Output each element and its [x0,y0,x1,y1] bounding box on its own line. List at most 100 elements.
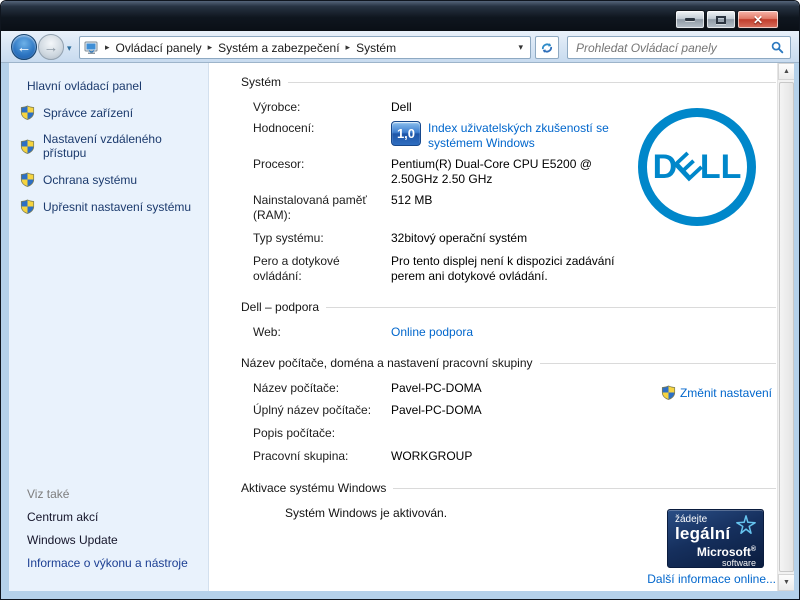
sidebar-item-label: Ochrana systému [43,173,137,187]
search-input[interactable] [568,41,771,55]
breadcrumb-separator-icon: ▸ [202,42,219,53]
field-label: Web: [253,325,391,340]
field-value [391,426,641,441]
scroll-down-button[interactable]: ▼ [778,574,794,591]
address-dropdown-icon[interactable]: ▾ [511,42,530,53]
field-label: Pracovní skupina: [253,449,391,464]
field-label: Pero a dotykové ovládání: [253,254,391,284]
close-icon: ✕ [753,14,763,26]
section-title: Systém [241,75,281,89]
uac-shield-icon [661,385,676,400]
row-system-type: Typ systému: 32bitový operační systém [253,231,754,246]
forward-icon: → [44,39,59,56]
window-body: Hlavní ovládací panel Správce zařízení N… [9,63,794,591]
computer-icon[interactable] [84,41,99,55]
section-header-computer-name: Název počítače, doména a nastavení praco… [241,356,754,370]
system-control-panel-window: ✕ ← → ▾ ▸ Ovládací panely ▸ Systém a zab… [0,0,800,600]
title-bar[interactable]: ✕ [1,1,799,31]
breadcrumb-item-system-security[interactable]: Systém a zabezpečení [218,41,339,55]
genuine-microsoft-badge[interactable]: žádejte legální Microsoft® software [667,509,764,568]
forward-button[interactable]: → [38,34,64,60]
row-web: Web: Online podpora [253,325,754,340]
breadcrumb-item-system[interactable]: Systém [356,41,396,55]
see-also-group: Viz také Centrum akcí Windows Update Inf… [27,483,188,575]
breadcrumb: ▸ Ovládací panely ▸ Systém a zabezpečení… [79,36,531,59]
sidebar-item-control-panel-home[interactable]: Hlavní ovládací panel [27,79,208,93]
field-value: 32bitový operační systém [391,231,641,246]
maximize-icon [716,16,726,24]
field-value: 512 MB [391,193,641,223]
sidebar-item-system-protection[interactable]: Ochrana systému [20,172,208,187]
field-label: Popis počítače: [253,426,391,441]
breadcrumb-item-control-panel[interactable]: Ovládací panely [116,41,202,55]
field-label: Název počítače: [253,381,391,396]
row-workgroup: Pracovní skupina: WORKGROUP [253,449,754,464]
field-value: WORKGROUP [391,449,641,464]
badge-line3: Microsoft® [675,543,756,559]
field-label: Hodnocení: [253,121,391,151]
section-header-dell-support: Dell – podpora [241,300,754,314]
uac-shield-icon [20,105,35,120]
scroll-up-button[interactable]: ▲ [778,63,794,80]
sidebar: Hlavní ovládací panel Správce zařízení N… [9,63,209,591]
search-icon[interactable] [771,41,790,54]
row-pen-touch: Pero a dotykové ovládání: Pro tento disp… [253,254,754,284]
experience-index-link[interactable]: Index uživatelských zkušeností se systém… [428,121,633,151]
sidebar-item-performance-info[interactable]: Informace o výkonu a nástroje [27,552,188,575]
section-title: Název počítače, doména a nastavení praco… [241,356,533,370]
online-support-link[interactable]: Online podpora [391,325,641,340]
search-box [567,36,791,59]
back-button[interactable]: ← [11,34,37,60]
section-header-activation: Aktivace systému Windows [241,481,754,495]
change-settings-label: Změnit nastavení [680,386,772,400]
uac-shield-icon [20,172,35,187]
uac-shield-icon [20,139,35,154]
breadcrumb-separator-icon: ▸ [340,42,357,53]
minimize-icon [685,18,695,21]
sidebar-item-label: Nastavení vzdáleného přístupu [43,132,208,160]
refresh-button[interactable] [535,36,559,59]
main-panel: Systém Výrobce: Dell Hodnocení: 1,0 Inde… [209,63,794,591]
sidebar-item-action-center[interactable]: Centrum akcí [27,506,188,529]
sidebar-item-device-manager[interactable]: Správce zařízení [20,105,208,120]
field-value: Pavel-PC-DOMA [391,381,641,396]
field-value: Pentium(R) Dual-Core CPU E5200 @ 2.50GHz… [391,157,641,187]
field-value: Pavel-PC-DOMA [391,403,641,418]
field-value: Dell [391,100,641,115]
scrollbar-thumb[interactable] [779,82,794,572]
maximize-button[interactable] [706,10,736,29]
sidebar-item-label: Správce zařízení [43,106,133,120]
sidebar-item-label: Upřesnit nastavení systému [43,200,191,214]
see-also-header: Viz také [27,483,188,506]
navigation-bar: ← → ▾ ▸ Ovládací panely ▸ Systém a zabez… [1,31,799,63]
star-icon [735,514,757,539]
field-label: Procesor: [253,157,391,187]
section-title: Aktivace systému Windows [241,481,386,495]
field-label: Nainstalovaná paměť (RAM): [253,193,391,223]
minimize-button[interactable] [675,10,705,29]
uac-shield-icon [20,199,35,214]
section-title: Dell – podpora [241,300,319,314]
scroll-up-icon: ▲ [783,68,790,75]
row-full-computer-name: Úplný název počítače: Pavel-PC-DOMA [253,403,754,418]
sidebar-item-remote-settings[interactable]: Nastavení vzdáleného přístupu [20,132,208,160]
back-icon: ← [17,39,32,56]
close-button[interactable]: ✕ [737,10,779,29]
recent-pages-dropdown[interactable]: ▾ [67,43,72,54]
section-header-system: Systém [241,75,754,89]
field-label: Typ systému: [253,231,391,246]
badge-line4: software [675,559,756,568]
row-computer-description: Popis počítače: [253,426,754,441]
dell-logo: DELL [638,108,756,226]
sidebar-item-advanced-settings[interactable]: Upřesnit nastavení systému [20,199,208,214]
vertical-scrollbar[interactable]: ▲ ▼ [777,63,794,591]
more-info-online-link[interactable]: Další informace online... [647,572,776,586]
field-value: Pro tento displej není k dispozici zadáv… [391,254,641,284]
refresh-icon [540,41,554,55]
experience-index-badge[interactable]: 1,0 [391,121,421,146]
field-label: Úplný název počítače: [253,403,391,418]
change-settings-link[interactable]: Změnit nastavení [661,385,772,400]
sidebar-item-windows-update[interactable]: Windows Update [27,529,188,552]
field-label: Výrobce: [253,100,391,115]
caption-buttons: ✕ [675,10,779,29]
